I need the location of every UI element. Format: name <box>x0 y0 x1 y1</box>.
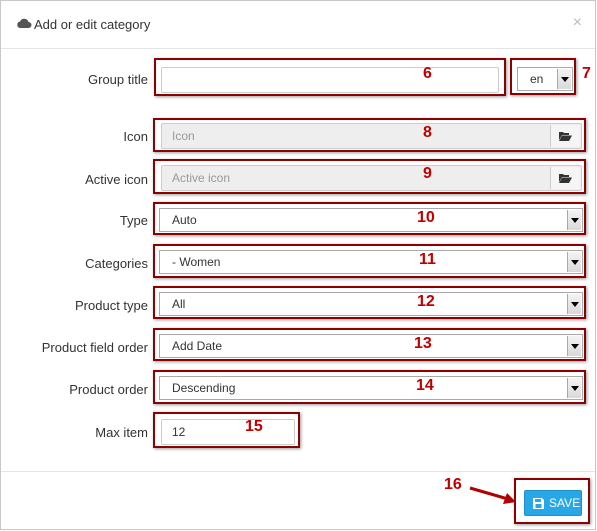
max-item-label: Max item <box>95 425 148 440</box>
dialog-title: Add or edit category <box>34 17 151 32</box>
annotation-number-11: 11 <box>419 251 436 268</box>
cloud-icon <box>17 18 32 28</box>
product-order-label: Product order <box>69 382 148 397</box>
annotation-number-15: 15 <box>245 418 263 435</box>
annotation-arrow-icon <box>469 486 516 504</box>
annotation-box-12 <box>153 286 586 319</box>
close-icon[interactable]: × <box>573 14 582 32</box>
annotation-number-16: 16 <box>444 476 462 493</box>
categories-label: Categories <box>85 256 148 271</box>
annotation-number-12: 12 <box>417 293 435 310</box>
footer-divider <box>1 471 595 472</box>
product-type-label: Product type <box>75 298 148 313</box>
annotation-box-10 <box>153 202 586 235</box>
annotation-box-16 <box>514 478 590 524</box>
group-title-label: Group title <box>88 72 148 87</box>
active-icon-label: Active icon <box>85 172 148 187</box>
annotation-box-15 <box>153 412 300 448</box>
annotation-number-13: 13 <box>414 335 432 352</box>
annotation-box-7 <box>510 58 576 95</box>
annotation-number-10: 10 <box>417 209 435 226</box>
annotation-number-6: 6 <box>423 65 432 82</box>
icon-label: Icon <box>123 129 148 144</box>
annotation-number-7: 7 <box>582 65 591 82</box>
annotation-box-8 <box>153 118 586 152</box>
annotation-box-11 <box>153 244 586 278</box>
product-field-order-label: Product field order <box>41 340 148 355</box>
annotation-box-13 <box>153 328 586 361</box>
type-label: Type <box>119 213 148 228</box>
annotation-box-14 <box>153 370 586 404</box>
dialog-header: Add or edit category × <box>1 1 595 49</box>
annotation-box-9 <box>153 159 586 194</box>
annotation-number-14: 14 <box>416 377 434 394</box>
annotation-number-9: 9 <box>423 165 432 182</box>
annotation-box-6 <box>154 58 506 96</box>
annotation-number-8: 8 <box>423 124 432 141</box>
